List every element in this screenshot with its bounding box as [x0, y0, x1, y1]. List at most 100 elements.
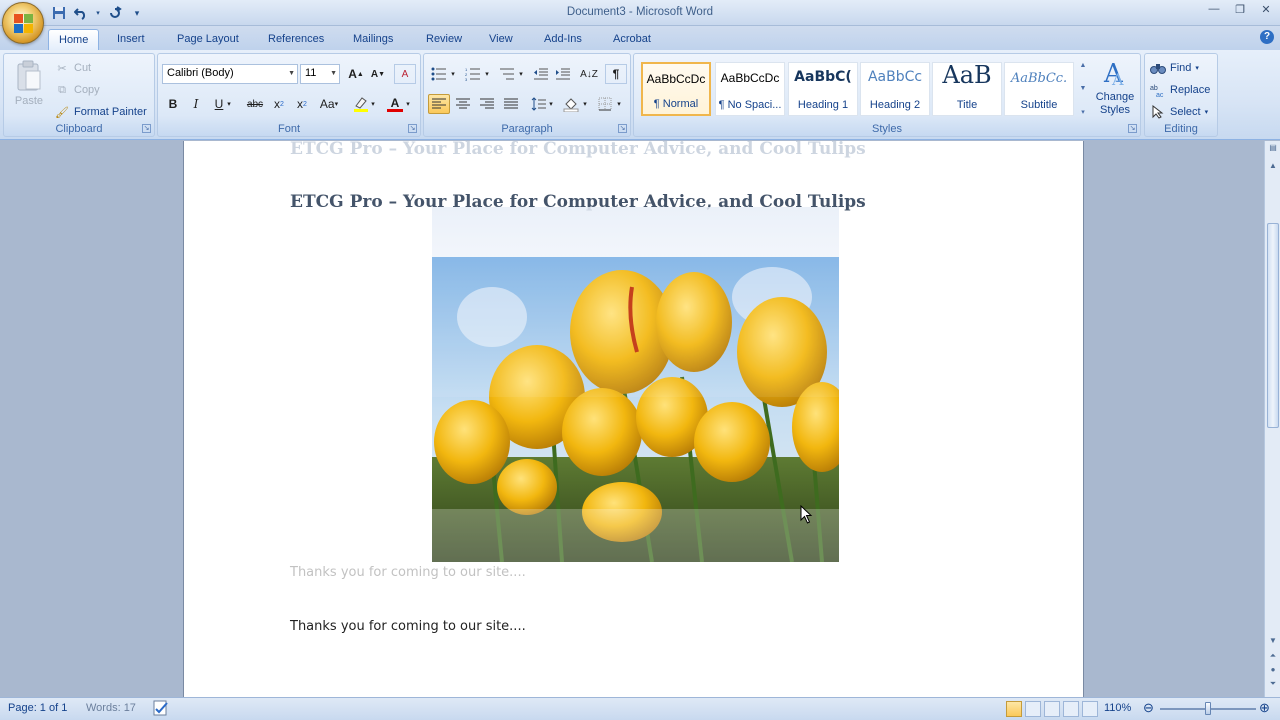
minimize-icon[interactable]: —: [1206, 3, 1222, 16]
align-center-icon[interactable]: [452, 94, 474, 114]
increase-indent-icon[interactable]: [552, 64, 574, 84]
style-no-spacing[interactable]: AaBbCcDc ¶ No Spaci...: [715, 62, 785, 116]
word-count[interactable]: Words: 17: [86, 702, 136, 714]
copy-button[interactable]: ⧉ Copy: [54, 80, 100, 100]
replace-button[interactable]: ab ac Replace: [1150, 80, 1210, 100]
align-left-icon[interactable]: [428, 94, 450, 114]
bold-icon[interactable]: B: [162, 94, 184, 114]
tab-home[interactable]: Home: [48, 29, 100, 50]
clear-formatting-icon[interactable]: A: [394, 64, 416, 84]
document-body-text[interactable]: Thanks you for coming to our site....: [290, 619, 526, 634]
cut-button[interactable]: ✂ Cut: [54, 58, 91, 78]
tab-insert[interactable]: Insert: [107, 29, 155, 50]
justify-icon[interactable]: [500, 94, 522, 114]
tab-add-ins[interactable]: Add-Ins: [534, 29, 592, 50]
superscript-icon[interactable]: x2: [291, 94, 313, 114]
shrink-font-icon[interactable]: A ▼: [367, 64, 389, 84]
print-layout-icon[interactable]: [1006, 701, 1022, 717]
vertical-scrollbar[interactable]: ▤ ▲ ▼ ⏶ ● ⏷: [1264, 141, 1280, 697]
proofing-icon[interactable]: [152, 700, 170, 719]
multilevel-dropdown-icon[interactable]: ▾: [516, 64, 526, 84]
bullets-dropdown-icon[interactable]: ▾: [448, 64, 458, 84]
shading-icon[interactable]: [560, 94, 582, 114]
show-formatting-icon[interactable]: ¶: [605, 64, 627, 84]
font-color-dropdown-icon[interactable]: ▾: [403, 94, 413, 114]
close-icon[interactable]: ✕: [1258, 3, 1274, 16]
decrease-indent-icon[interactable]: [530, 64, 552, 84]
grow-font-icon[interactable]: A ▲: [345, 64, 367, 84]
select-button[interactable]: Select ▾: [1150, 102, 1208, 122]
italic-icon[interactable]: I: [185, 94, 207, 114]
scroll-up-icon[interactable]: ▲: [1267, 161, 1279, 175]
tab-references[interactable]: References: [258, 29, 334, 50]
paragraph-launcher-icon[interactable]: ↘: [618, 124, 627, 133]
strikethrough-icon[interactable]: abc: [244, 94, 266, 114]
tab-review[interactable]: Review: [416, 29, 472, 50]
page-count[interactable]: Page: 1 of 1: [8, 702, 67, 714]
chevron-down-icon: ▾: [1204, 109, 1209, 116]
borders-dropdown-icon[interactable]: ▾: [614, 94, 624, 114]
font-size-value: 11: [305, 67, 317, 79]
find-button[interactable]: Find ▾: [1150, 58, 1199, 78]
style-subtitle[interactable]: AaBbCc. Subtitle: [1004, 62, 1074, 116]
multilevel-list-icon[interactable]: [496, 64, 518, 84]
font-family-combo[interactable]: Calibri (Body) ▼: [162, 64, 298, 84]
zoom-slider-thumb[interactable]: [1205, 702, 1211, 715]
change-styles-button[interactable]: AA Change Styles: [1092, 58, 1138, 120]
scroll-down-icon[interactable]: ▼: [1267, 636, 1279, 650]
style-sample: AaBbCcDc: [646, 72, 706, 86]
change-case-icon[interactable]: Aa ▾: [318, 94, 340, 114]
tab-view[interactable]: View: [479, 29, 523, 50]
chevron-up-icon[interactable]: ▲: [1077, 62, 1089, 69]
tab-page-layout[interactable]: Page Layout: [167, 29, 249, 50]
tulips-image[interactable]: [432, 257, 839, 562]
font-size-combo[interactable]: 11 ▼: [300, 64, 340, 84]
tab-mailings[interactable]: Mailings: [343, 29, 403, 50]
font-launcher-icon[interactable]: ↘: [408, 124, 417, 133]
ruler-toggle-icon[interactable]: ▤: [1267, 143, 1279, 157]
sort-icon[interactable]: A↓Z: [578, 64, 600, 84]
office-button[interactable]: [2, 2, 44, 44]
style-normal[interactable]: AaBbCcDc ¶ Normal: [641, 62, 711, 116]
previous-page-icon[interactable]: ⏶: [1267, 651, 1279, 665]
shading-dropdown-icon[interactable]: ▾: [580, 94, 590, 114]
restore-icon[interactable]: ❐: [1232, 3, 1248, 16]
format-painter-button[interactable]: 🖌 Format Painter: [54, 102, 147, 122]
document-page[interactable]: ETCG Pro – Your Place for Computer Advic…: [183, 141, 1084, 697]
underline-dropdown-icon[interactable]: ▾: [224, 94, 234, 114]
full-screen-reading-icon[interactable]: [1025, 701, 1041, 717]
chevron-down-icon[interactable]: ▼: [1077, 85, 1089, 92]
title-bar: ▾ ▾ Document3 - Microsoft Word — ❐ ✕: [0, 0, 1280, 26]
align-right-icon[interactable]: [476, 94, 498, 114]
paste-icon: [17, 60, 41, 91]
scroll-thumb[interactable]: [1267, 223, 1279, 428]
draft-icon[interactable]: [1082, 701, 1098, 717]
clipboard-launcher-icon[interactable]: ↘: [142, 124, 151, 133]
borders-icon[interactable]: [594, 94, 616, 114]
subscript-icon[interactable]: x2: [268, 94, 290, 114]
paste-button[interactable]: Paste: [12, 58, 46, 118]
highlight-dropdown-icon[interactable]: ▾: [368, 94, 378, 114]
office-logo-icon: [14, 14, 34, 34]
numbering-dropdown-icon[interactable]: ▾: [482, 64, 492, 84]
style-heading-1[interactable]: AaBbC( Heading 1: [788, 62, 858, 116]
ribbon: Paste ✂ Cut ⧉ Copy 🖌 Format Painter Clip…: [0, 50, 1280, 140]
help-icon[interactable]: ?: [1260, 30, 1274, 44]
copy-icon: ⧉: [58, 83, 66, 96]
next-page-icon[interactable]: ⏷: [1267, 679, 1279, 693]
select-browse-object-icon[interactable]: ●: [1267, 665, 1279, 679]
zoom-level[interactable]: 110%: [1104, 702, 1131, 714]
style-heading-2[interactable]: AaBbCc Heading 2: [860, 62, 930, 116]
tab-acrobat[interactable]: Acrobat: [603, 29, 661, 50]
styles-launcher-icon[interactable]: ↘: [1128, 124, 1137, 133]
zoom-in-icon[interactable]: ⊕: [1259, 700, 1270, 716]
zoom-out-icon[interactable]: ⊖: [1143, 700, 1154, 716]
line-spacing-dropdown-icon[interactable]: ▾: [546, 94, 556, 114]
style-title[interactable]: AaB Title: [932, 61, 1002, 116]
outline-icon[interactable]: [1063, 701, 1079, 717]
numbering-icon[interactable]: 123: [462, 64, 484, 84]
bullets-icon[interactable]: [428, 64, 450, 84]
web-layout-icon[interactable]: [1044, 701, 1060, 717]
style-name: Heading 1: [797, 99, 849, 111]
more-styles-icon[interactable]: ▾: [1077, 108, 1089, 116]
